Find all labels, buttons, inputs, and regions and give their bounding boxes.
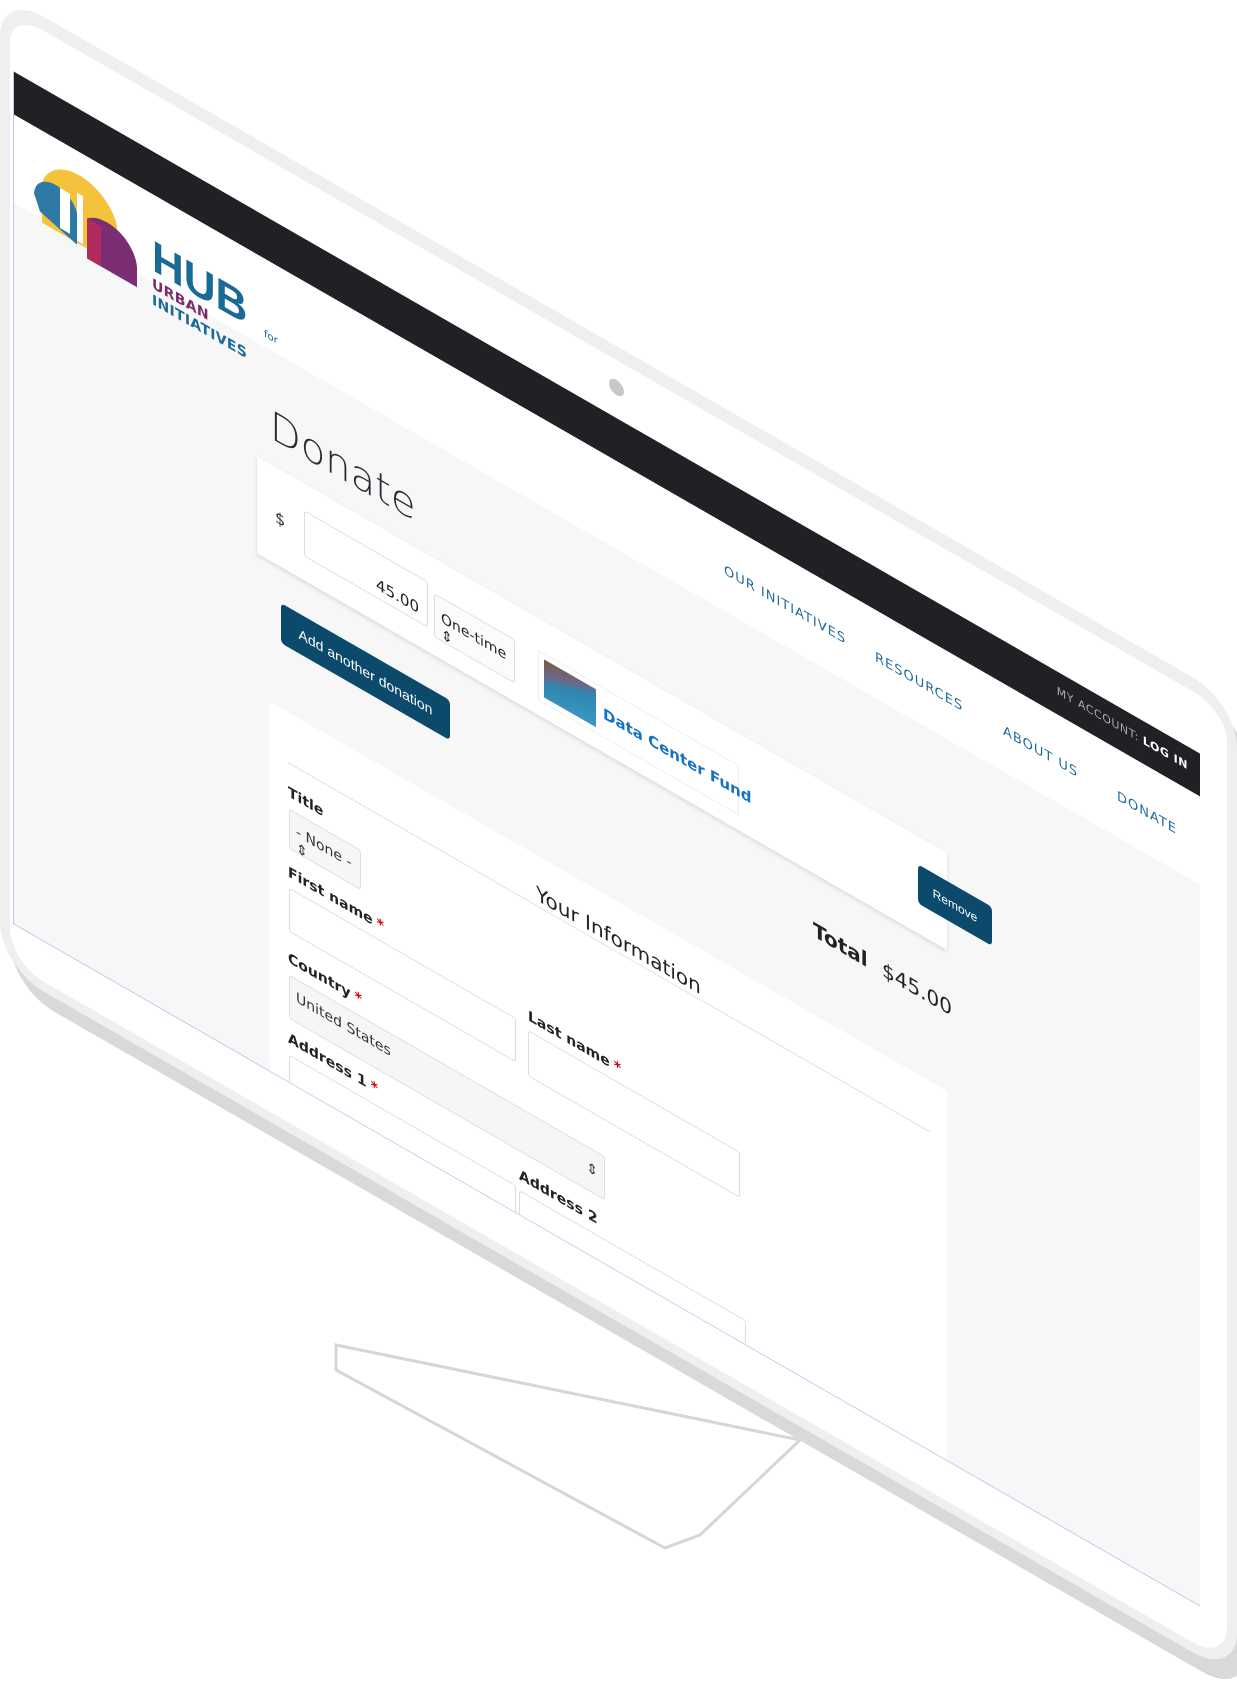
nav-about-us[interactable]: ABOUT US [1003,723,1078,781]
required-mark: * [354,988,362,1009]
required-mark: * [370,1077,378,1098]
fund-thumbnail [544,659,596,728]
nav-resources[interactable]: RESOURCES [875,650,963,716]
fund-item: Data Center Fund [538,649,752,816]
section-legend: Your Information [528,876,709,1005]
total-label: Total [813,917,868,973]
currency-symbol: $ [275,506,286,532]
frequency-select[interactable]: One-time ⇕ [434,593,515,684]
nav-donate[interactable]: DONATE [1117,789,1177,839]
remove-button[interactable]: Remove [918,864,992,946]
required-mark: * [376,915,384,936]
fund-name-link[interactable]: Data Center Fund [603,704,752,807]
total-value: $45.00 [882,956,952,1021]
select-arrows-icon: ⇕ [586,1158,598,1182]
required-mark: * [613,1057,622,1078]
